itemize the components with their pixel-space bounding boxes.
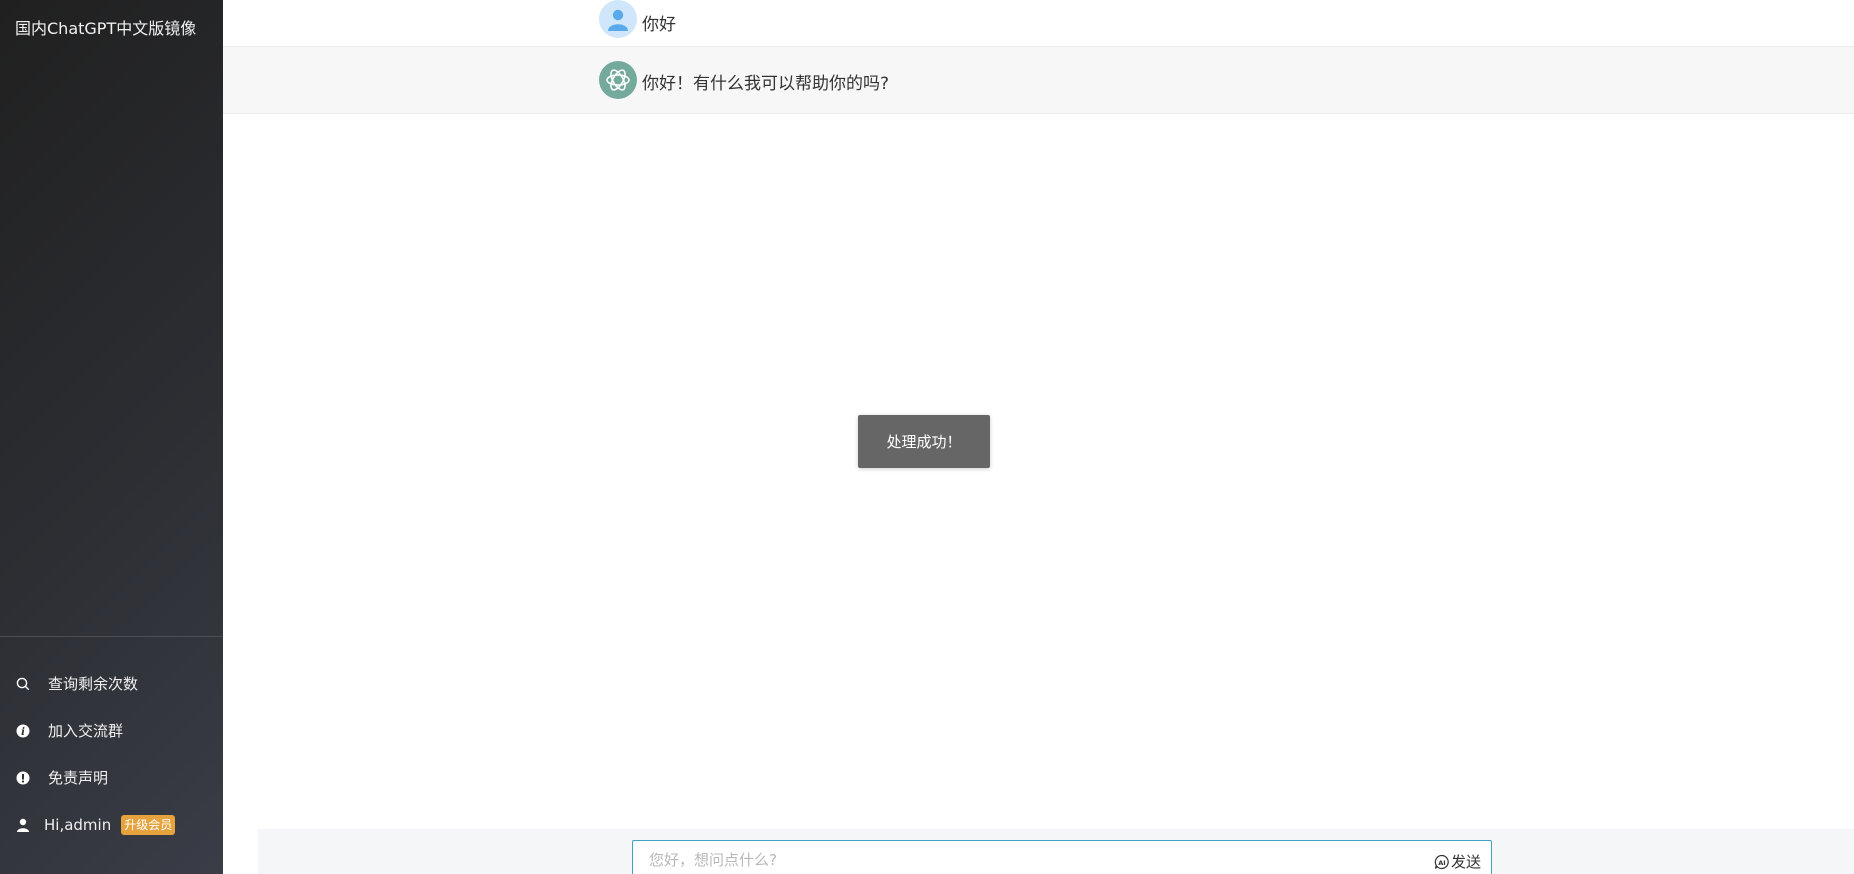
search-icon xyxy=(15,676,31,692)
sidebar-divider xyxy=(0,636,223,637)
sidebar-item-join-group[interactable]: i 加入交流群 xyxy=(0,707,223,754)
user-icon xyxy=(15,817,31,833)
message-input[interactable] xyxy=(649,851,1409,869)
svg-text:AI: AI xyxy=(1438,858,1445,866)
success-toast: 处理成功！ xyxy=(858,415,990,468)
sidebar-item-disclaimer[interactable]: 免责声明 xyxy=(0,754,223,801)
user-message-text: 你好 xyxy=(642,15,676,35)
sidebar-item-label: 查询剩余次数 xyxy=(48,675,139,693)
exclamation-icon xyxy=(15,770,31,786)
assistant-message-text: 你好！有什么我可以帮助你的吗? xyxy=(642,74,890,94)
sidebar: 国内ChatGPT中文版镜像 查询剩余次数 i 加入交流群 免责声明 Hi,ad… xyxy=(0,0,223,874)
user-greeting: Hi,admin xyxy=(44,815,112,834)
sidebar-item-label: 免责声明 xyxy=(48,769,109,787)
sidebar-menu: 查询剩余次数 i 加入交流群 免责声明 Hi,admin 升级会员 xyxy=(0,660,223,848)
info-icon: i xyxy=(15,723,31,739)
user-avatar-icon xyxy=(599,0,637,38)
send-label: 发送 xyxy=(1450,853,1481,871)
send-button[interactable]: AI 发送 xyxy=(1434,851,1481,872)
app-title: 国内ChatGPT中文版镜像 xyxy=(15,19,197,38)
composer-box: AI 发送 xyxy=(632,840,1492,874)
user-message-row: 你好 xyxy=(223,0,1854,47)
upgrade-membership-badge[interactable]: 升级会员 xyxy=(121,814,176,835)
chat-main: 你好 你好！有什么我可以帮助你的吗? xyxy=(223,0,1854,874)
sidebar-item-label: 加入交流群 xyxy=(48,722,124,740)
svg-text:i: i xyxy=(21,727,25,738)
assistant-message-row: 你好！有什么我可以帮助你的吗? xyxy=(223,47,1854,114)
sidebar-item-query-remaining[interactable]: 查询剩余次数 xyxy=(0,660,223,707)
openai-logo-icon xyxy=(599,61,637,99)
sidebar-item-user[interactable]: Hi,admin 升级会员 xyxy=(0,801,223,848)
ai-chat-icon: AI xyxy=(1434,854,1450,870)
